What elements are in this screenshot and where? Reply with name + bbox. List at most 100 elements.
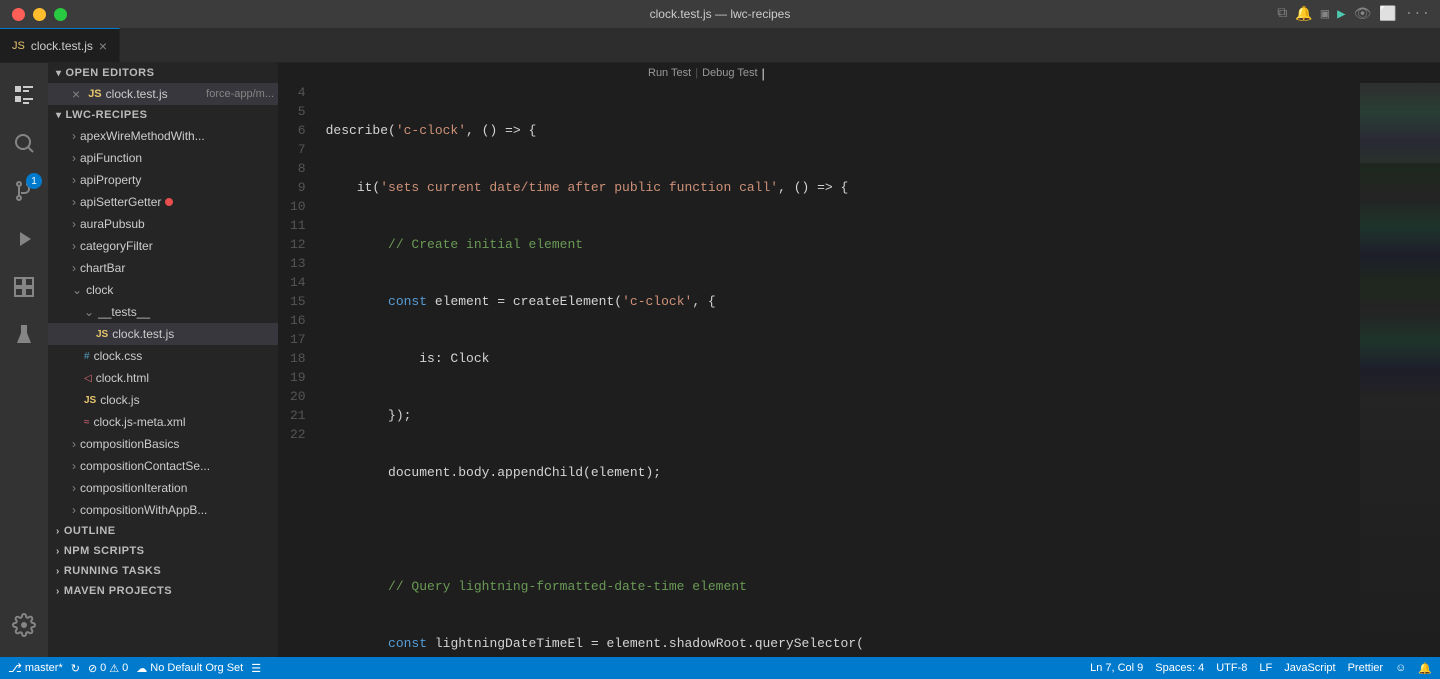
sidebar-item-clock-meta[interactable]: ≈ clock.js-meta.xml <box>48 411 278 433</box>
status-formatter[interactable]: Prettier <box>1348 662 1383 674</box>
activity-search[interactable] <box>0 119 48 167</box>
sidebar-item-clock-js[interactable]: JS clock.js <box>48 389 278 411</box>
tab-clock-test[interactable]: JS clock.test.js × <box>0 28 120 62</box>
sidebar-item-compositionbasics[interactable]: › compositionBasics <box>48 433 278 455</box>
folder-label: chartBar <box>80 261 125 275</box>
tab-close-button[interactable]: × <box>99 38 107 54</box>
sidebar-item-apexwire[interactable]: › apexWireMethodWith... <box>48 125 278 147</box>
maximize-button[interactable] <box>54 8 67 21</box>
branch-icon: ⎇ <box>8 661 22 675</box>
sidebar-item-chartbar[interactable]: › chartBar <box>48 257 278 279</box>
code-lens-separator: | <box>695 67 698 79</box>
status-right: Ln 7, Col 9 Spaces: 4 UTF-8 LF JavaScrip… <box>1090 662 1432 675</box>
file-html-icon: ◁ <box>84 373 92 384</box>
source-control-badge: 1 <box>26 173 42 189</box>
status-menu[interactable]: ☰ <box>251 662 261 675</box>
debug-test-link[interactable]: Debug Test <box>702 67 757 79</box>
open-file-close-icon[interactable]: × <box>72 86 80 102</box>
line-num-18: 18 <box>290 349 306 368</box>
sidebar-item-apifunction[interactable]: › apiFunction <box>48 147 278 169</box>
line-num-15: 15 <box>290 292 306 311</box>
folder-label: apiProperty <box>80 173 141 187</box>
code-line-8: is: Clock <box>326 349 1360 368</box>
status-org[interactable]: ☁ No Default Org Set <box>136 662 243 675</box>
code-editor[interactable]: 4 5 6 7 8 9 10 11 12 13 14 15 16 17 18 1… <box>278 83 1440 657</box>
activity-settings[interactable] <box>0 601 48 649</box>
minimap-viewport[interactable] <box>1360 83 1440 163</box>
lwc-recipes-header[interactable]: ▾ LWC-RECIPES <box>48 105 278 125</box>
npm-chevron: › <box>56 546 60 557</box>
activity-test[interactable] <box>0 311 48 359</box>
file-label: clock.html <box>96 371 149 385</box>
sidebar-item-compositioncontact[interactable]: › compositionContactSe... <box>48 455 278 477</box>
menu-icon: ☰ <box>251 662 261 675</box>
more-icon[interactable]: ··· <box>1405 6 1430 22</box>
position-label: Ln 7, Col 9 <box>1090 662 1143 674</box>
status-branch[interactable]: ⎇ master* <box>8 661 63 675</box>
sidebar-item-clock-test-js[interactable]: JS clock.test.js <box>48 323 278 345</box>
title-bar-actions[interactable]: ⧉ 🔔 ▣ ▶ 👁 ⬜ ··· <box>1277 6 1430 23</box>
sidebar-item-compositioniteration[interactable]: › compositionIteration <box>48 477 278 499</box>
line-num-12: 12 <box>290 235 306 254</box>
status-line-ending[interactable]: LF <box>1259 662 1272 674</box>
maven-projects-header[interactable]: › MAVEN PROJECTS <box>48 581 278 601</box>
notification-icon[interactable]: 🔔 <box>1295 6 1312 23</box>
formatter-label: Prettier <box>1348 662 1383 674</box>
layout-icon[interactable]: ▣ <box>1321 6 1329 23</box>
split-editor-icon[interactable]: ⧉ <box>1277 6 1287 22</box>
activity-extensions[interactable] <box>0 263 48 311</box>
status-spaces[interactable]: Spaces: 4 <box>1155 662 1204 674</box>
activity-source-control[interactable]: 1 <box>0 167 48 215</box>
line-num-21: 21 <box>290 406 306 425</box>
tab-bar: JS clock.test.js × <box>0 28 1440 63</box>
status-encoding[interactable]: UTF-8 <box>1216 662 1247 674</box>
sidebar-item-clock[interactable]: ⌄ clock <box>48 279 278 301</box>
status-position[interactable]: Ln 7, Col 9 <box>1090 662 1143 674</box>
file-label: clock.test.js <box>112 327 174 341</box>
preview-icon[interactable]: 👁 <box>1354 6 1372 23</box>
editor-area: Run Test | Debug Test | 4 5 6 7 8 9 10 1… <box>278 63 1440 657</box>
sidebar-open-file-clock-test[interactable]: × JS clock.test.js force-app/m... <box>48 83 278 105</box>
sidebar-item-apisettergetter[interactable]: › apiSetterGetter <box>48 191 278 213</box>
open-editors-chevron: ▾ <box>56 68 62 79</box>
minimap[interactable] <box>1360 83 1440 657</box>
sidebar-item-compositionwithapp[interactable]: › compositionWithAppB... <box>48 499 278 521</box>
file-label: clock.css <box>94 349 143 363</box>
line-num-11: 11 <box>290 216 306 235</box>
line-num-4: 4 <box>290 83 306 102</box>
activity-bar: 1 <box>0 63 48 657</box>
run-icon[interactable]: ▶ <box>1337 6 1345 23</box>
split-icon[interactable]: ⬜ <box>1379 6 1396 23</box>
sidebar-item-apiproperty[interactable]: › apiProperty <box>48 169 278 191</box>
sidebar-item-categoryfilter[interactable]: › categoryFilter <box>48 235 278 257</box>
status-errors[interactable]: ⊘ 0 ⚠ 0 <box>88 662 128 675</box>
sidebar-item-aurapubsub[interactable]: › auraPubsub <box>48 213 278 235</box>
file-css-icon: # <box>84 351 90 362</box>
sync-icon: ↻ <box>71 662 80 675</box>
status-notifications[interactable]: 🔔 <box>1418 662 1432 675</box>
file-label: clock.js <box>100 393 139 407</box>
code-content[interactable]: describe('c-clock', () => { it('sets cur… <box>318 83 1360 657</box>
window-controls[interactable] <box>12 8 67 21</box>
close-button[interactable] <box>12 8 25 21</box>
status-language[interactable]: JavaScript <box>1284 662 1335 674</box>
activity-run[interactable] <box>0 215 48 263</box>
npm-scripts-header[interactable]: › NPM SCRIPTS <box>48 541 278 561</box>
status-feedback[interactable]: ☺ <box>1395 662 1406 674</box>
status-sync[interactable]: ↻ <box>71 662 80 675</box>
activity-explorer[interactable] <box>0 71 48 119</box>
status-left: ⎇ master* ↻ ⊘ 0 ⚠ 0 ☁ No Default Org Set… <box>8 661 261 675</box>
code-line-9: }); <box>326 406 1360 425</box>
minimize-button[interactable] <box>33 8 46 21</box>
folder-collapsed-icon: › <box>72 129 76 143</box>
sidebar: ▾ OPEN EDITORS × JS clock.test.js force-… <box>48 63 278 657</box>
sidebar-item-tests[interactable]: ⌄ __tests__ <box>48 301 278 323</box>
outline-header[interactable]: › OUTLINE <box>48 521 278 541</box>
running-tasks-header[interactable]: › RUNNING TASKS <box>48 561 278 581</box>
line-num-8: 8 <box>290 159 306 178</box>
run-test-link[interactable]: Run Test <box>648 67 691 79</box>
sidebar-item-clock-html[interactable]: ◁ clock.html <box>48 367 278 389</box>
open-editors-header[interactable]: ▾ OPEN EDITORS <box>48 63 278 83</box>
folder-label: compositionWithAppB... <box>80 503 207 517</box>
sidebar-item-clock-css[interactable]: # clock.css <box>48 345 278 367</box>
